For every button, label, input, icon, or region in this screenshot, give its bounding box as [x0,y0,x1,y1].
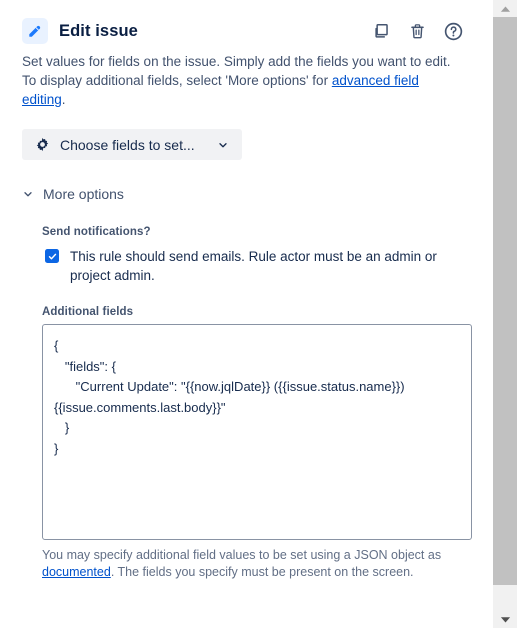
scrollbar-thumb[interactable] [493,17,517,585]
intro-line-2-suffix: . [61,92,66,107]
panel-header: Edit issue [22,0,464,52]
documented-link[interactable]: documented [42,565,111,579]
chevron-down-icon [22,188,34,200]
scrollbar-down-button[interactable] [493,611,517,628]
choose-fields-label: Choose fields to set... [60,136,195,153]
triangle-down-icon [500,616,511,622]
page-title: Edit issue [59,21,138,40]
additional-fields-label: Additional fields [42,306,134,318]
delete-icon[interactable] [406,20,428,42]
scrollbar-up-button[interactable] [493,0,517,17]
intro-line-2-prefix: To display additional fields, select 'Mo… [22,73,332,88]
intro-line-2: To display additional fields, select 'Mo… [22,71,464,109]
help-icon[interactable] [442,20,464,42]
additional-fields-help: You may specify additional field values … [42,547,462,581]
help-prefix: You may specify additional field values … [42,548,442,562]
chevron-down-icon [217,139,229,151]
help-suffix: . The fields you specify must be present… [110,565,414,579]
pencil-icon [22,18,48,44]
header-actions [370,20,464,42]
triangle-up-icon [500,6,511,12]
gear-icon [34,136,51,153]
send-notifications-row[interactable]: This rule should send emails. Rule actor… [42,247,464,285]
vertical-scrollbar[interactable] [486,0,517,628]
additional-fields-input[interactable] [42,324,472,540]
duplicate-icon[interactable] [370,20,392,42]
choose-fields-button[interactable]: Choose fields to set... [22,129,242,160]
check-icon [48,253,56,259]
send-notifications-label: Send notifications? [42,226,151,238]
intro-line-1: Set values for fields on the issue. Simp… [22,54,451,69]
edit-issue-panel: Edit issue Set values for fields on the … [0,0,517,628]
panel-content: Edit issue Set values for fields on the … [0,0,486,628]
send-notifications-checkbox-label: This rule should send emails. Rule actor… [70,249,437,283]
more-options-toggle[interactable]: More options [22,186,124,202]
more-options-label: More options [43,186,124,202]
more-options-body: Send notifications? This rule should sen… [22,226,472,581]
send-notifications-checkbox[interactable] [45,249,59,263]
